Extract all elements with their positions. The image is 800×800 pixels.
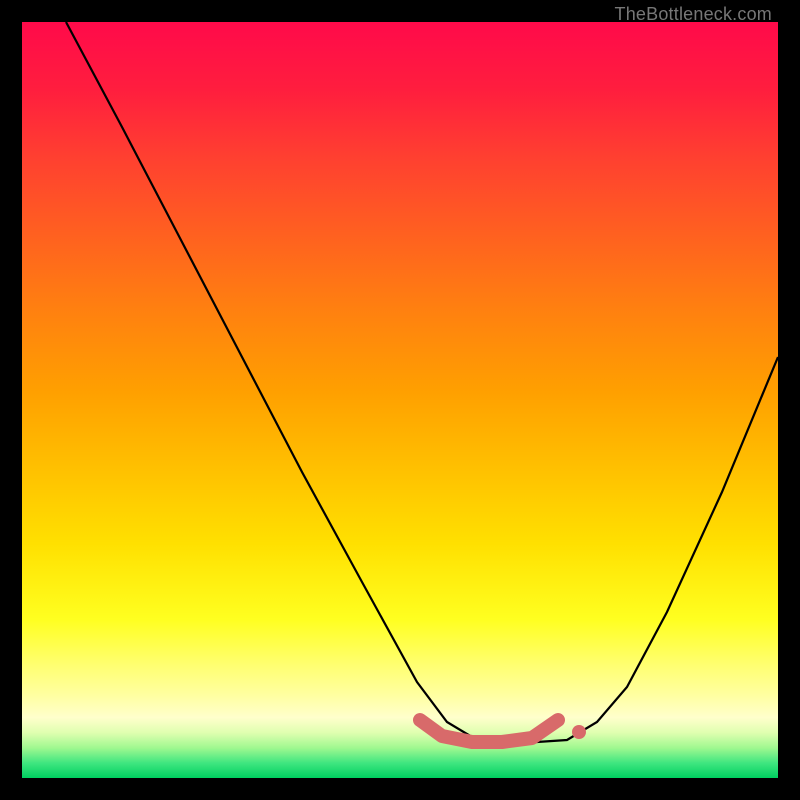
highlight-segment [420,720,558,742]
chart-svg [22,22,778,778]
left-curve [66,22,537,742]
highlight-dot [572,725,586,739]
watermark-text: TheBottleneck.com [615,4,772,25]
chart-frame [22,22,778,778]
right-curve [537,357,778,742]
